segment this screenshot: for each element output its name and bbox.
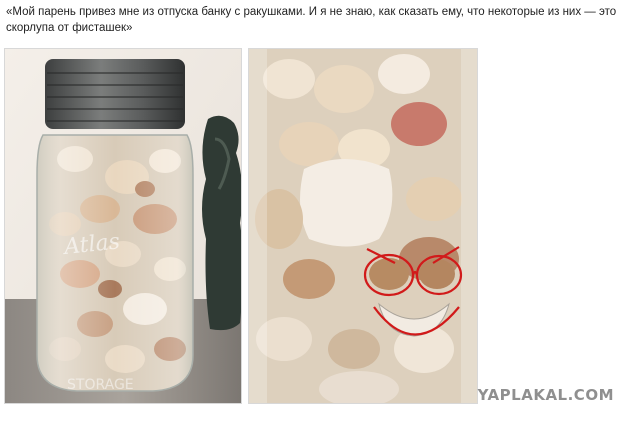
- jar-closeup-pistachio-face-photo[interactable]: [248, 48, 478, 404]
- jar-of-seashells-photo[interactable]: Atlas STORAGE: [4, 48, 242, 404]
- embossed-storage-text: STORAGE: [67, 377, 134, 393]
- post-caption: «Мой парень привез мне из отпуска банку …: [6, 6, 617, 34]
- site-watermark: YAPLAKAL.COM: [477, 386, 614, 404]
